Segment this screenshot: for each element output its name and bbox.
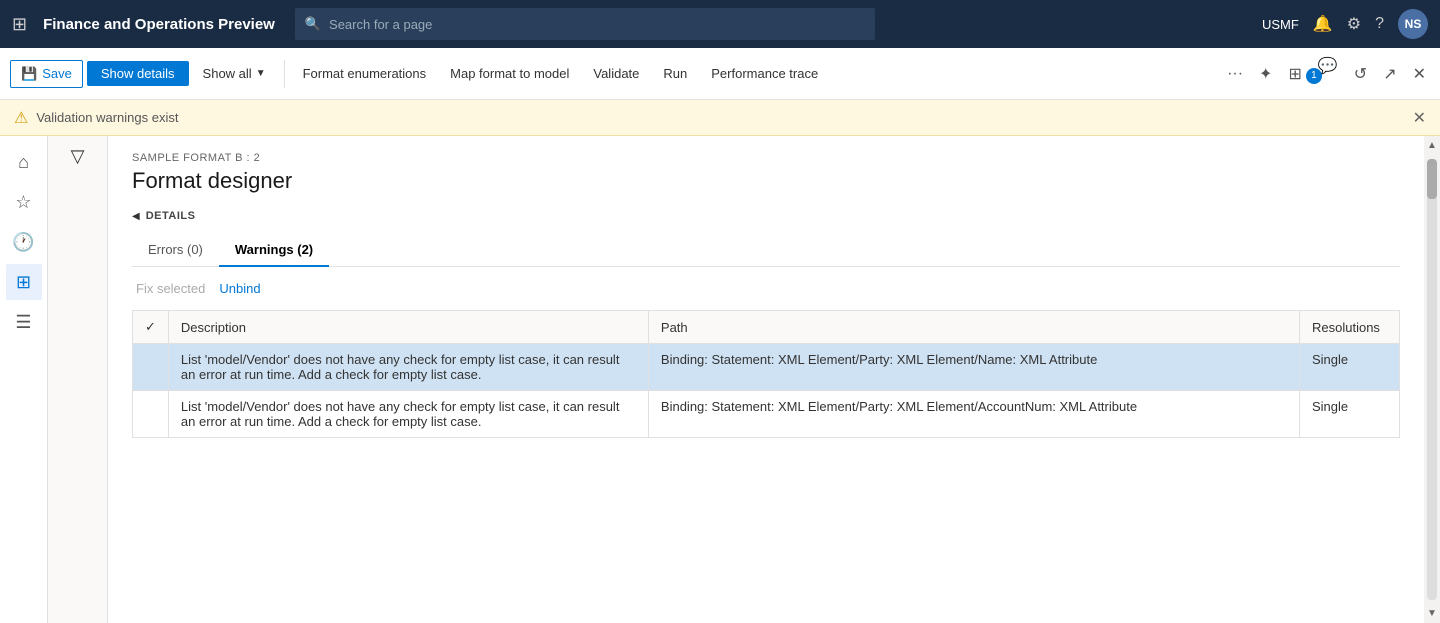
row-resolution-1: Single [1300, 344, 1400, 391]
toolbar: 💾 Save Show details Show all ▼ Format en… [0, 48, 1440, 100]
sidebar-workspaces-icon[interactable]: ⊞ [6, 264, 42, 300]
table-header-check: ✓ [133, 311, 169, 344]
scrollbar-up-button[interactable]: ▲ [1423, 136, 1440, 155]
refresh-icon[interactable]: ↺ [1350, 60, 1371, 88]
table-row[interactable]: List 'model/Vendor' does not have any ch… [133, 344, 1400, 391]
warning-text: Validation warnings exist [36, 110, 178, 125]
unbind-button[interactable]: Unbind [219, 281, 260, 296]
sidebar-recent-icon[interactable]: 🕐 [6, 224, 42, 260]
search-box[interactable]: 🔍 [295, 8, 875, 40]
top-navigation: ⊞ Finance and Operations Preview 🔍 USMF … [0, 0, 1440, 48]
scrollbar-thumb [1427, 159, 1437, 199]
row-checkbox-1[interactable] [133, 344, 169, 391]
filter-icon[interactable]: ▽ [71, 146, 85, 167]
page-title: Format designer [132, 168, 1400, 194]
toolbar-right: ··· ✦ ⊞ 💬 1 ↺ ↗ ✕ [1223, 56, 1430, 92]
run-button[interactable]: Run [653, 61, 697, 86]
page-header: SAMPLE FORMAT B : 2 Format designer [108, 136, 1424, 202]
save-button[interactable]: 💾 Save [10, 60, 83, 88]
main-layout: ⌂ ☆ 🕐 ⊞ ☰ ▽ SAMPLE FORMAT B : 2 Format d… [0, 136, 1440, 623]
grid-menu-icon[interactable]: ⊞ [12, 14, 27, 35]
sidebar-list-icon[interactable]: ☰ [6, 304, 42, 340]
warning-icon: ⚠ [14, 108, 28, 128]
details-section: ◀ DETAILS Errors (0) Warnings (2) Fix se… [108, 202, 1424, 446]
details-collapse-icon: ◀ [132, 211, 140, 222]
tabs-row: Errors (0) Warnings (2) [132, 234, 1400, 267]
page-subtitle: SAMPLE FORMAT B : 2 [132, 152, 1400, 164]
save-icon: 💾 [21, 66, 37, 82]
details-label: DETAILS [146, 210, 196, 222]
sidebar-favorites-icon[interactable]: ☆ [6, 184, 42, 220]
notification-badge: 1 [1306, 68, 1322, 84]
actions-row: Fix selected Unbind [132, 281, 1400, 296]
scrollbar-panel: ▲ ▼ [1424, 136, 1440, 623]
separator-1 [284, 60, 285, 88]
row-description-1: List 'model/Vendor' does not have any ch… [168, 344, 648, 391]
filter-panel: ▽ [48, 136, 108, 623]
scrollbar-track[interactable] [1427, 159, 1437, 600]
notification-badge-wrapper: 💬 1 [1314, 56, 1342, 92]
row-path-1: Binding: Statement: XML Element/Party: X… [648, 344, 1299, 391]
more-options-icon[interactable]: ··· [1223, 61, 1247, 87]
show-details-button[interactable]: Show details [87, 61, 189, 86]
left-sidebar: ⌂ ☆ 🕐 ⊞ ☰ [0, 136, 48, 623]
expand-icon[interactable]: ⊞ [1284, 60, 1305, 88]
help-icon[interactable]: ? [1375, 15, 1384, 33]
top-nav-right: USMF 🔔 ⚙ ? NS [1262, 9, 1428, 39]
fix-selected-button[interactable]: Fix selected [136, 281, 205, 296]
open-new-window-icon[interactable]: ↗ [1379, 60, 1400, 88]
user-avatar[interactable]: NS [1398, 9, 1428, 39]
performance-trace-button[interactable]: Performance trace [701, 61, 828, 86]
warning-banner: ⚠ Validation warnings exist ✕ [0, 100, 1440, 136]
table-header-path: Path [648, 311, 1299, 344]
org-label: USMF [1262, 17, 1299, 32]
table-header-description: Description [168, 311, 648, 344]
row-checkbox-2[interactable] [133, 391, 169, 438]
warnings-table: ✓ Description Path Resolutions List 'mod… [132, 310, 1400, 438]
row-description-2: List 'model/Vendor' does not have any ch… [168, 391, 648, 438]
map-format-button[interactable]: Map format to model [440, 61, 579, 86]
close-icon[interactable]: ✕ [1409, 60, 1430, 88]
warning-close-button[interactable]: ✕ [1413, 108, 1426, 128]
row-path-2: Binding: Statement: XML Element/Party: X… [648, 391, 1299, 438]
sidebar-home-icon[interactable]: ⌂ [6, 144, 42, 180]
scrollbar-down-button[interactable]: ▼ [1423, 604, 1440, 623]
search-input[interactable] [329, 17, 865, 32]
row-resolution-2: Single [1300, 391, 1400, 438]
content-area: SAMPLE FORMAT B : 2 Format designer ◀ DE… [108, 136, 1424, 623]
details-header[interactable]: ◀ DETAILS [132, 210, 1400, 222]
validate-button[interactable]: Validate [583, 61, 649, 86]
table-row[interactable]: List 'model/Vendor' does not have any ch… [133, 391, 1400, 438]
show-all-button[interactable]: Show all ▼ [193, 61, 276, 86]
format-enumerations-button[interactable]: Format enumerations [293, 61, 437, 86]
tab-warnings[interactable]: Warnings (2) [219, 234, 329, 267]
notification-icon[interactable]: 🔔 [1313, 14, 1333, 34]
pin-icon[interactable]: ✦ [1255, 60, 1276, 88]
tab-errors[interactable]: Errors (0) [132, 234, 219, 267]
table-header-resolutions: Resolutions [1300, 311, 1400, 344]
settings-icon[interactable]: ⚙ [1347, 14, 1361, 34]
search-icon: 🔍 [305, 16, 321, 32]
chevron-down-icon: ▼ [256, 68, 266, 79]
app-title: Finance and Operations Preview [43, 16, 275, 33]
